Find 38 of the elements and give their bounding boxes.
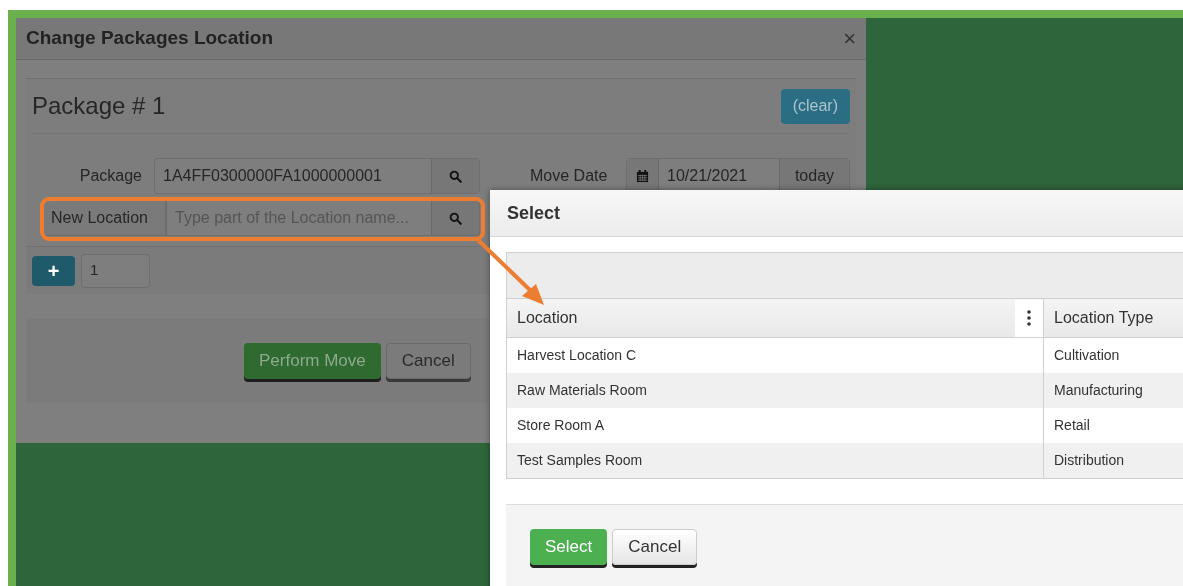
- table-cell-text: Test Samples Room: [516, 451, 644, 470]
- table-cell-text: Distribution: [1053, 451, 1126, 470]
- cancel-button[interactable]: Cancel: [385, 342, 471, 379]
- table-cell-text: Store Room A: [516, 416, 606, 435]
- table-cell-text: Cultivation: [1053, 346, 1121, 365]
- table-cell-text: Retail: [1053, 416, 1091, 435]
- package-heading: Package # 1: [32, 91, 166, 121]
- search-button[interactable]: [431, 201, 479, 235]
- cancel-button[interactable]: Cancel: [612, 529, 698, 565]
- move-date-label: Move Date: [530, 166, 609, 186]
- search-icon: [449, 169, 462, 183]
- table-row[interactable]: Test Samples Room Distribution: [507, 443, 1183, 478]
- move-date-value: 10/21/2021: [666, 166, 749, 186]
- count-field[interactable]: 1: [81, 253, 150, 288]
- perform-move-button[interactable]: Perform Move: [244, 342, 381, 379]
- new-location-label: New Location: [42, 200, 166, 236]
- table-cell-text: Raw Materials Room: [516, 381, 648, 400]
- table-cell-text: Harvest Location C: [516, 346, 638, 365]
- package-label: Package: [78, 166, 143, 186]
- package-value: 1A4FF0300000FA1000000001: [162, 166, 383, 186]
- column-menu-button[interactable]: [1015, 299, 1043, 337]
- table-cell-text: Manufacturing: [1053, 381, 1144, 400]
- add-button[interactable]: +: [32, 255, 75, 286]
- column-header[interactable]: Location Type: [1044, 306, 1164, 330]
- annotation-arrow: [474, 236, 544, 305]
- table-row[interactable]: Raw Materials Room Manufacturing: [507, 373, 1183, 408]
- clear-button[interactable]: (clear): [780, 88, 850, 124]
- search-icon: [449, 211, 462, 225]
- search-button[interactable]: [431, 159, 479, 193]
- dialog-title: Change Packages Location: [26, 26, 274, 51]
- close-button[interactable]: ×: [843, 27, 856, 50]
- kebab-menu-icon: [1027, 310, 1031, 326]
- select-dialog-title: Select: [507, 201, 561, 225]
- select-button[interactable]: Select: [530, 529, 608, 565]
- column-header[interactable]: Location: [507, 306, 588, 330]
- today-button[interactable]: today: [779, 159, 849, 193]
- calendar-icon: [636, 169, 649, 183]
- package-field[interactable]: 1A4FF0300000FA1000000001: [154, 158, 480, 194]
